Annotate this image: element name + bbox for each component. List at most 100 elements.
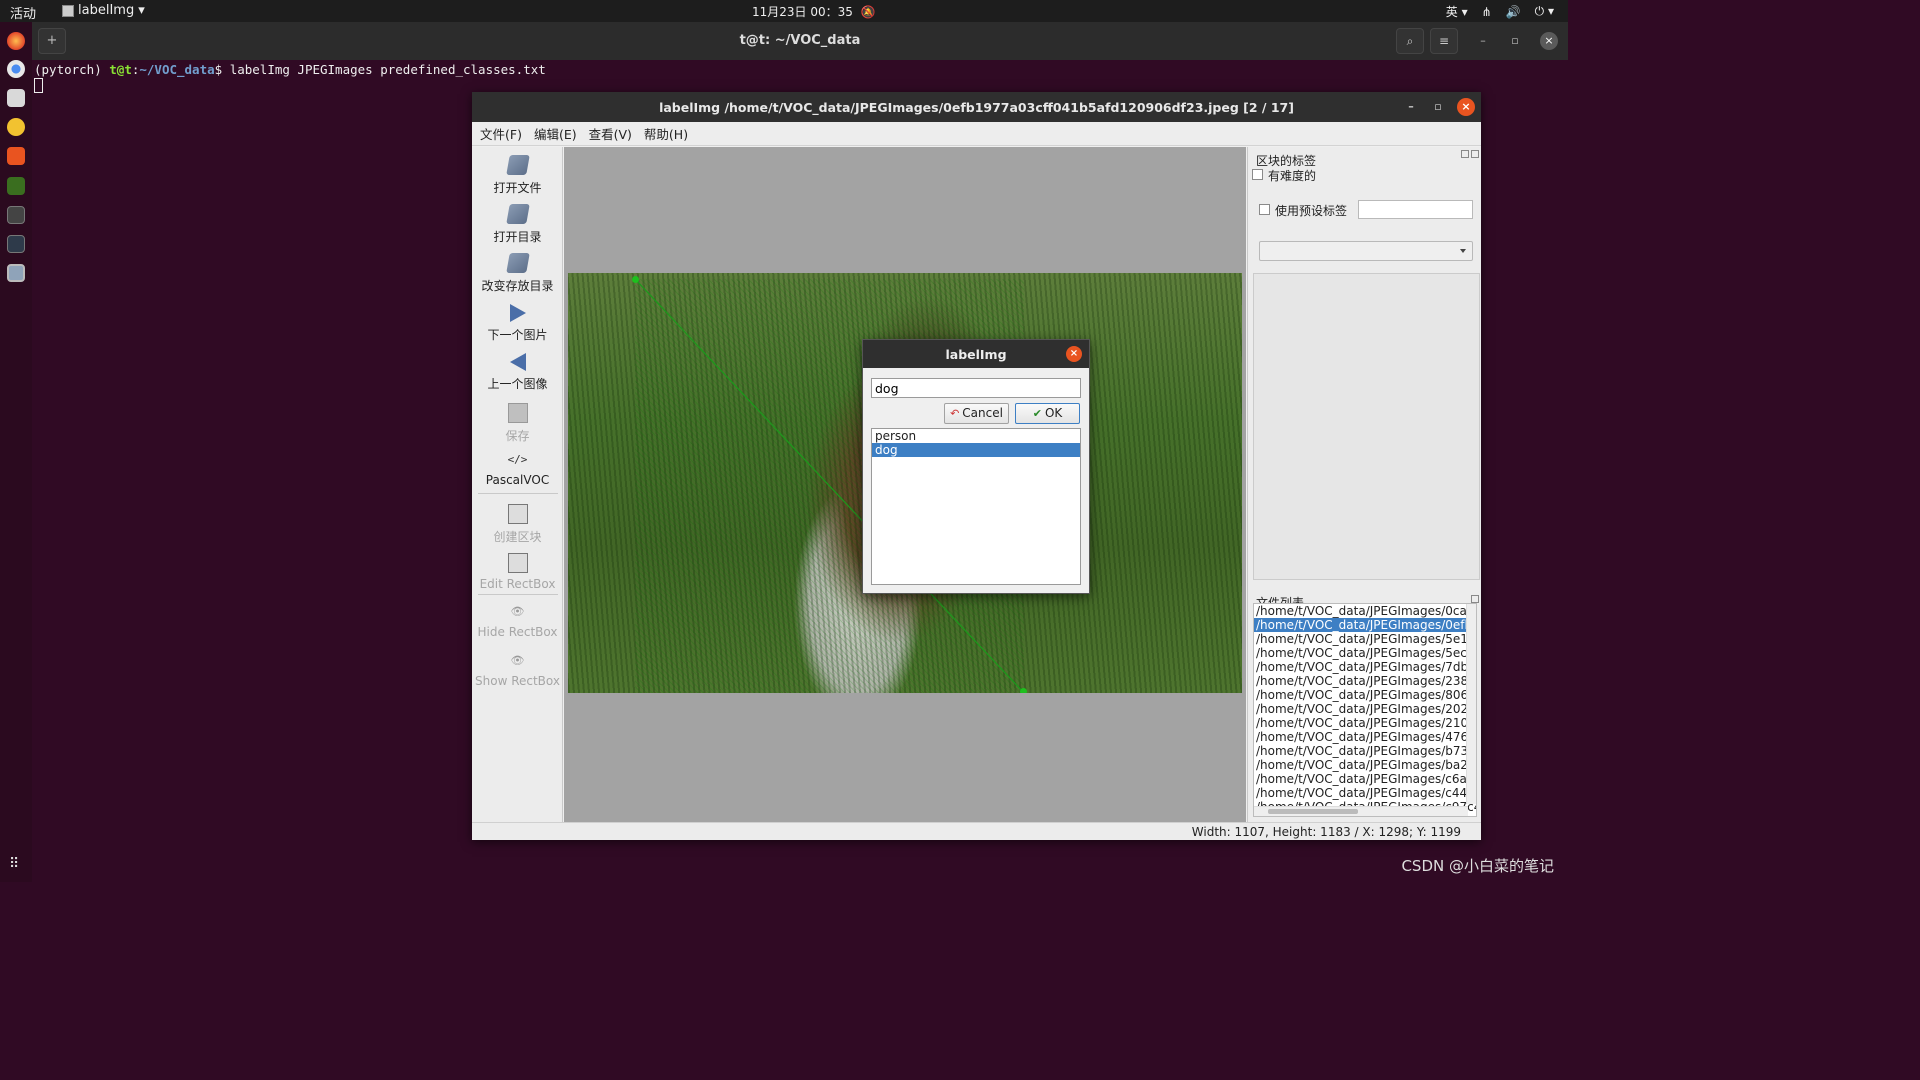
- file-list-item[interactable]: /home/t/VOC_data/JPEGImages/5e132: [1254, 632, 1476, 646]
- text-editor-icon[interactable]: [7, 177, 25, 195]
- prompt-dollar: $: [214, 62, 230, 77]
- eye-icon: 👁: [510, 654, 525, 667]
- watermark: CSDN @小白菜的笔记: [1401, 857, 1554, 875]
- terminal-icon[interactable]: [7, 206, 25, 224]
- open-dir-button[interactable]: 打开目录: [472, 204, 563, 245]
- close-button[interactable]: ×: [1540, 32, 1558, 50]
- check-icon: ✔: [1032, 407, 1042, 420]
- toolbar-divider: [478, 594, 558, 595]
- clock[interactable]: 11月23日 00：35 🔕: [752, 3, 876, 20]
- terminal-output[interactable]: (pytorch) t@t:~/VOC_data$ labelImg JPEGI…: [34, 62, 546, 77]
- cancel-label: Cancel: [962, 406, 1003, 420]
- save-button[interactable]: 保存: [472, 403, 563, 444]
- ok-label: OK: [1044, 406, 1063, 420]
- format-toggle-button[interactable]: </> PascalVOC: [472, 453, 563, 487]
- file-list-item[interactable]: /home/t/VOC_data/JPEGImages/4769c: [1254, 730, 1476, 744]
- eye-icon: 👁: [510, 605, 525, 618]
- rhythmbox-icon[interactable]: [7, 118, 25, 136]
- maximize-button[interactable]: ▫: [1429, 98, 1447, 116]
- close-dock-icon[interactable]: [1471, 150, 1479, 158]
- power-icon[interactable]: ⏻ ▾: [1535, 4, 1554, 19]
- difficult-checkbox[interactable]: [1252, 169, 1263, 180]
- command-text: labelImg JPEGImages predefined_classes.t…: [229, 62, 546, 77]
- hide-rectbox-button[interactable]: 👁 Hide RectBox: [472, 605, 563, 639]
- file-list-item[interactable]: /home/t/VOC_data/JPEGImages/238e7: [1254, 674, 1476, 688]
- prev-image-button[interactable]: 上一个图像: [472, 353, 563, 392]
- float-icon[interactable]: [1471, 595, 1479, 603]
- bbox-handle-bottom-right[interactable]: [1020, 688, 1027, 693]
- float-icon[interactable]: [1461, 150, 1469, 158]
- menu-edit[interactable]: 编辑(E): [534, 124, 577, 143]
- network-icon[interactable]: ⋔: [1482, 5, 1492, 19]
- file-list-item[interactable]: /home/t/VOC_data/JPEGImages/ba2a7: [1254, 758, 1476, 772]
- file-list-item[interactable]: /home/t/VOC_data/JPEGImages/2022-: [1254, 702, 1476, 716]
- close-button[interactable]: ×: [1457, 98, 1475, 116]
- activities-button[interactable]: 活动: [10, 3, 36, 22]
- label-option[interactable]: person: [872, 429, 1080, 443]
- arrow-left-icon: [509, 353, 526, 371]
- menu-file[interactable]: 文件(F): [480, 124, 522, 143]
- save-icon: [507, 403, 528, 423]
- label-list[interactable]: [1253, 273, 1480, 580]
- undo-icon: ↶: [950, 407, 960, 420]
- close-icon[interactable]: ×: [1066, 346, 1082, 362]
- file-list-item[interactable]: /home/t/VOC_data/JPEGImages/7db08: [1254, 660, 1476, 674]
- change-save-dir-button[interactable]: 改变存放目录: [472, 253, 563, 294]
- ok-button[interactable]: ✔ OK: [1015, 403, 1080, 424]
- open-file-button[interactable]: 打开文件: [472, 155, 563, 196]
- minimize-button[interactable]: –: [1474, 32, 1492, 50]
- app-menu-label: labelImg: [78, 3, 135, 18]
- file-list[interactable]: /home/t/VOC_data/JPEGImages/0ca79/home/t…: [1253, 603, 1477, 817]
- dialog-title: labelImg: [945, 347, 1007, 362]
- show-apps-icon[interactable]: ⠿: [9, 856, 19, 872]
- hamburger-menu-icon[interactable]: ≡: [1430, 28, 1458, 54]
- menu-view[interactable]: 查看(V): [589, 124, 632, 143]
- label-input[interactable]: [871, 378, 1081, 398]
- label-filter-combo[interactable]: [1259, 241, 1473, 261]
- chromium-icon[interactable]: [7, 60, 25, 78]
- vertical-scrollbar[interactable]: [1466, 604, 1476, 804]
- file-list-item[interactable]: /home/t/VOC_data/JPEGImages/806c1: [1254, 688, 1476, 702]
- file-list-item[interactable]: /home/t/VOC_data/JPEGImages/0ca79: [1254, 604, 1476, 618]
- next-image-button[interactable]: 下一个图片: [472, 304, 563, 343]
- bbox-handle-top-left[interactable]: [632, 276, 639, 283]
- maximize-button[interactable]: ▫: [1506, 32, 1524, 50]
- search-icon[interactable]: ⌕: [1396, 28, 1424, 54]
- show-rectbox-label: Show RectBox: [475, 674, 560, 688]
- firefox-icon[interactable]: [7, 32, 25, 50]
- label-option[interactable]: dog: [872, 443, 1080, 457]
- cancel-button[interactable]: ↶ Cancel: [944, 403, 1009, 424]
- file-list-item[interactable]: /home/t/VOC_data/JPEGImages/5ec8f: [1254, 646, 1476, 660]
- file-list-item[interactable]: /home/t/VOC_data/JPEGImages/b738e: [1254, 744, 1476, 758]
- default-label-input[interactable]: [1358, 200, 1473, 219]
- edit-rectbox-button[interactable]: Edit RectBox: [472, 553, 563, 591]
- terminal-cursor: [34, 78, 43, 93]
- dock: ⠿: [0, 22, 32, 882]
- show-rectbox-button[interactable]: 👁 Show RectBox: [472, 654, 563, 688]
- horizontal-scrollbar[interactable]: [1254, 806, 1468, 816]
- volume-icon[interactable]: 🔊: [1506, 5, 1521, 19]
- label-options-list[interactable]: person dog: [871, 428, 1081, 585]
- files-icon[interactable]: [7, 89, 25, 107]
- software-center-icon[interactable]: [7, 147, 25, 165]
- labelimg-dock-icon[interactable]: [7, 264, 25, 282]
- folder-icon: [505, 155, 530, 175]
- toolbar-divider: [478, 493, 558, 494]
- terminal-icon-2[interactable]: [7, 235, 25, 253]
- file-list-item[interactable]: /home/t/VOC_data/JPEGImages/0efb1: [1254, 618, 1476, 632]
- file-list-item[interactable]: /home/t/VOC_data/JPEGImages/c44ac: [1254, 786, 1476, 800]
- menu-help[interactable]: 帮助(H): [644, 124, 688, 143]
- input-method-indicator[interactable]: 英 ▾: [1446, 3, 1468, 20]
- use-default-label-checkbox[interactable]: [1259, 204, 1270, 215]
- minimize-button[interactable]: –: [1402, 98, 1420, 116]
- file-list-item[interactable]: /home/t/VOC_data/JPEGImages/c6a4b: [1254, 772, 1476, 786]
- file-list-rows: /home/t/VOC_data/JPEGImages/0ca79/home/t…: [1254, 604, 1476, 814]
- app-menu[interactable]: labelImg ▾: [62, 3, 145, 18]
- create-rectbox-button[interactable]: 创建区块: [472, 504, 563, 545]
- file-list-item[interactable]: /home/t/VOC_data/JPEGImages/2103f: [1254, 716, 1476, 730]
- labelimg-titlebar[interactable]: labelImg /home/t/VOC_data/JPEGImages/0ef…: [472, 92, 1481, 122]
- dialog-titlebar[interactable]: labelImg ×: [863, 340, 1089, 368]
- open-dir-label: 打开目录: [493, 230, 542, 244]
- folder-icon: [505, 253, 530, 273]
- scrollbar-thumb[interactable]: [1268, 809, 1358, 814]
